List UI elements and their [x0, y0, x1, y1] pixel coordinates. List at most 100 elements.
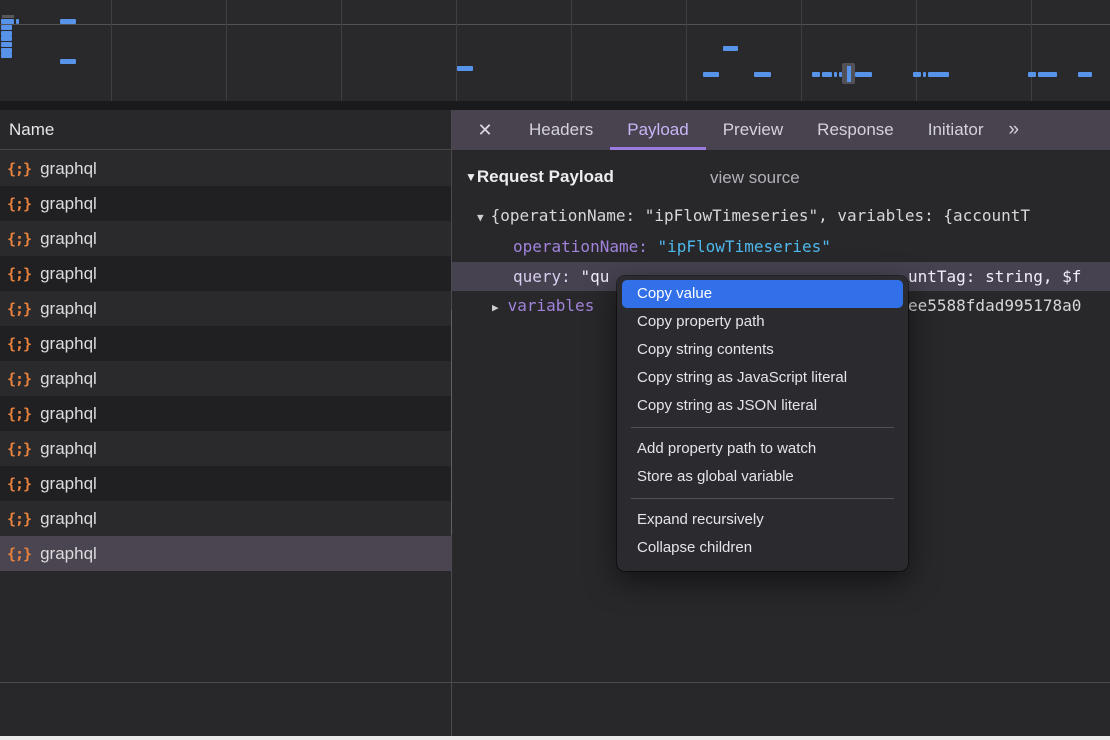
payload-operation-name-row[interactable]: operationName: "ipFlowTimeseries": [452, 234, 1110, 260]
tab-preview[interactable]: Preview: [706, 110, 800, 150]
request-name-label: graphql: [40, 229, 97, 249]
json-request-icon: {;}: [7, 230, 31, 248]
waterfall-request-bar: [1, 19, 14, 24]
menu-item-copy-string-as-json-literal[interactable]: Copy string as JSON literal: [622, 392, 903, 420]
view-source-link[interactable]: view source: [710, 168, 800, 188]
waterfall-request-bar: [1028, 72, 1036, 77]
network-overview-timeline[interactable]: [0, 0, 1110, 101]
collapsed-triangle-icon[interactable]: ▶: [492, 301, 499, 314]
waterfall-request-bar: [1, 36, 12, 41]
menu-item-add-property-path-to-watch[interactable]: Add property path to watch: [622, 435, 903, 463]
name-column-header[interactable]: Name: [0, 110, 451, 150]
menu-item-collapse-children[interactable]: Collapse children: [622, 534, 903, 562]
payload-root-row[interactable]: ▼{operationName: "ipFlowTimeseries", var…: [452, 203, 1110, 229]
request-row-graphql[interactable]: {;}graphql: [0, 151, 451, 186]
detail-tab-bar: ✕ HeadersPayloadPreviewResponseInitiator…: [452, 110, 1110, 150]
overview-bottom-strip: [0, 101, 1110, 110]
waterfall-request-bar: [913, 72, 921, 77]
waterfall-request-bar: [1, 42, 12, 47]
request-name-label: graphql: [40, 264, 97, 284]
json-request-icon: {;}: [7, 370, 31, 388]
tab-headers[interactable]: Headers: [512, 110, 610, 150]
json-request-icon: {;}: [7, 475, 31, 493]
menu-item-expand-recursively[interactable]: Expand recursively: [622, 506, 903, 534]
json-request-icon: {;}: [7, 300, 31, 318]
json-request-icon: {;}: [7, 405, 31, 423]
json-request-icon: {;}: [7, 440, 31, 458]
request-name-label: graphql: [40, 439, 97, 459]
request-name-label: graphql: [40, 474, 97, 494]
waterfall-request-bar: [1078, 72, 1092, 77]
request-name-label: graphql: [40, 509, 97, 529]
overview-selected-request-marker-line: [847, 66, 851, 82]
json-request-icon: {;}: [7, 265, 31, 283]
overview-gray-bar: [2, 15, 14, 18]
overview-gridline-horizontal: [0, 24, 1110, 25]
waterfall-request-bar: [834, 72, 837, 77]
request-row-graphql[interactable]: {;} graphql: [0, 256, 451, 291]
request-name-label: graphql: [40, 369, 97, 389]
name-column-label: Name: [9, 120, 54, 140]
request-row-graphql[interactable]: {;} graphql: [0, 431, 451, 466]
waterfall-request-bar: [60, 19, 76, 24]
chevron-double-right-icon[interactable]: »: [1008, 119, 1017, 141]
expanded-triangle-icon[interactable]: ▼: [477, 211, 484, 224]
request-name-label: graphql: [40, 299, 97, 319]
request-row-graphql[interactable]: {;} graphql: [0, 536, 451, 571]
waterfall-request-bar: [1, 25, 12, 30]
devtools-network-panel: Name {;}graphql{;}graphql{;}graphql{;}gr…: [0, 0, 1110, 740]
menu-item-copy-value[interactable]: Copy value: [622, 280, 903, 308]
collapse-triangle-icon: ▼: [465, 170, 477, 184]
waterfall-request-bar: [928, 72, 949, 77]
menu-item-store-as-global-variable[interactable]: Store as global variable: [622, 463, 903, 491]
waterfall-request-bar: [703, 72, 719, 77]
request-payload-section-header[interactable]: ▼Request Payload: [465, 167, 614, 187]
waterfall-request-bar: [1038, 72, 1057, 77]
waterfall-request-bar: [923, 72, 926, 77]
request-row-graphql[interactable]: {;}graphql: [0, 326, 451, 361]
menu-item-copy-string-contents[interactable]: Copy string contents: [622, 336, 903, 364]
operation-name-value: "ipFlowTimeseries": [658, 237, 831, 256]
query-value-left: "qu: [580, 267, 609, 286]
overview-gridline-vertical: [341, 0, 342, 101]
json-request-icon: {;}: [7, 545, 31, 563]
overview-gridline-vertical: [456, 0, 457, 101]
json-request-icon: {;}: [7, 160, 31, 178]
request-payload-title: Request Payload: [477, 167, 614, 186]
request-list: {;} graphql {;} graphql {;} graphql {;} graphql…: [0, 151, 451, 571]
menu-item-copy-string-as-javascript-literal[interactable]: Copy string as JavaScript literal: [622, 364, 903, 392]
operation-name-key: operationName:: [513, 237, 648, 256]
query-key: query:: [513, 267, 571, 286]
request-name-label: graphql: [40, 404, 97, 424]
waterfall-request-bar: [754, 72, 771, 77]
waterfall-request-bar: [855, 72, 872, 77]
request-row-graphql[interactable]: {;} graphql: [0, 291, 451, 326]
menu-separator: [631, 498, 894, 499]
variables-key: variables: [508, 296, 595, 315]
query-value-right: untTag: string, $f: [908, 262, 1081, 291]
json-request-icon: {;}: [7, 195, 31, 213]
overview-gridline-vertical: [571, 0, 572, 101]
request-row-graphql[interactable]: {;} graphql: [0, 221, 451, 256]
waterfall-request-bar: [457, 66, 473, 71]
variables-preview-right: ee5588fdad995178a0: [908, 293, 1081, 319]
waterfall-request-bar: [16, 19, 19, 24]
tab-initiator[interactable]: Initiator: [911, 110, 1001, 150]
context-menu: Copy valueCopy property pathCopy string …: [617, 276, 908, 571]
request-row-graphql[interactable]: {;}graphql: [0, 186, 451, 221]
overview-gridline-vertical: [686, 0, 687, 101]
menu-item-copy-property-path[interactable]: Copy property path: [622, 308, 903, 336]
overview-gridline-vertical: [916, 0, 917, 101]
tab-response[interactable]: Response: [800, 110, 911, 150]
request-row-graphql[interactable]: {;}graphql: [0, 501, 451, 536]
close-icon[interactable]: ✕: [472, 120, 498, 141]
tab-payload[interactable]: Payload: [610, 110, 705, 150]
waterfall-request-bar: [1, 53, 12, 58]
request-row-graphql[interactable]: {;} graphql: [0, 466, 451, 501]
request-row-graphql[interactable]: {;} graphql: [0, 361, 451, 396]
overview-gridline-vertical: [226, 0, 227, 101]
request-row-graphql[interactable]: {;} graphql: [0, 396, 451, 431]
waterfall-request-bar: [822, 72, 832, 77]
overview-gridline-vertical: [111, 0, 112, 101]
request-name-label: graphql: [40, 544, 97, 564]
